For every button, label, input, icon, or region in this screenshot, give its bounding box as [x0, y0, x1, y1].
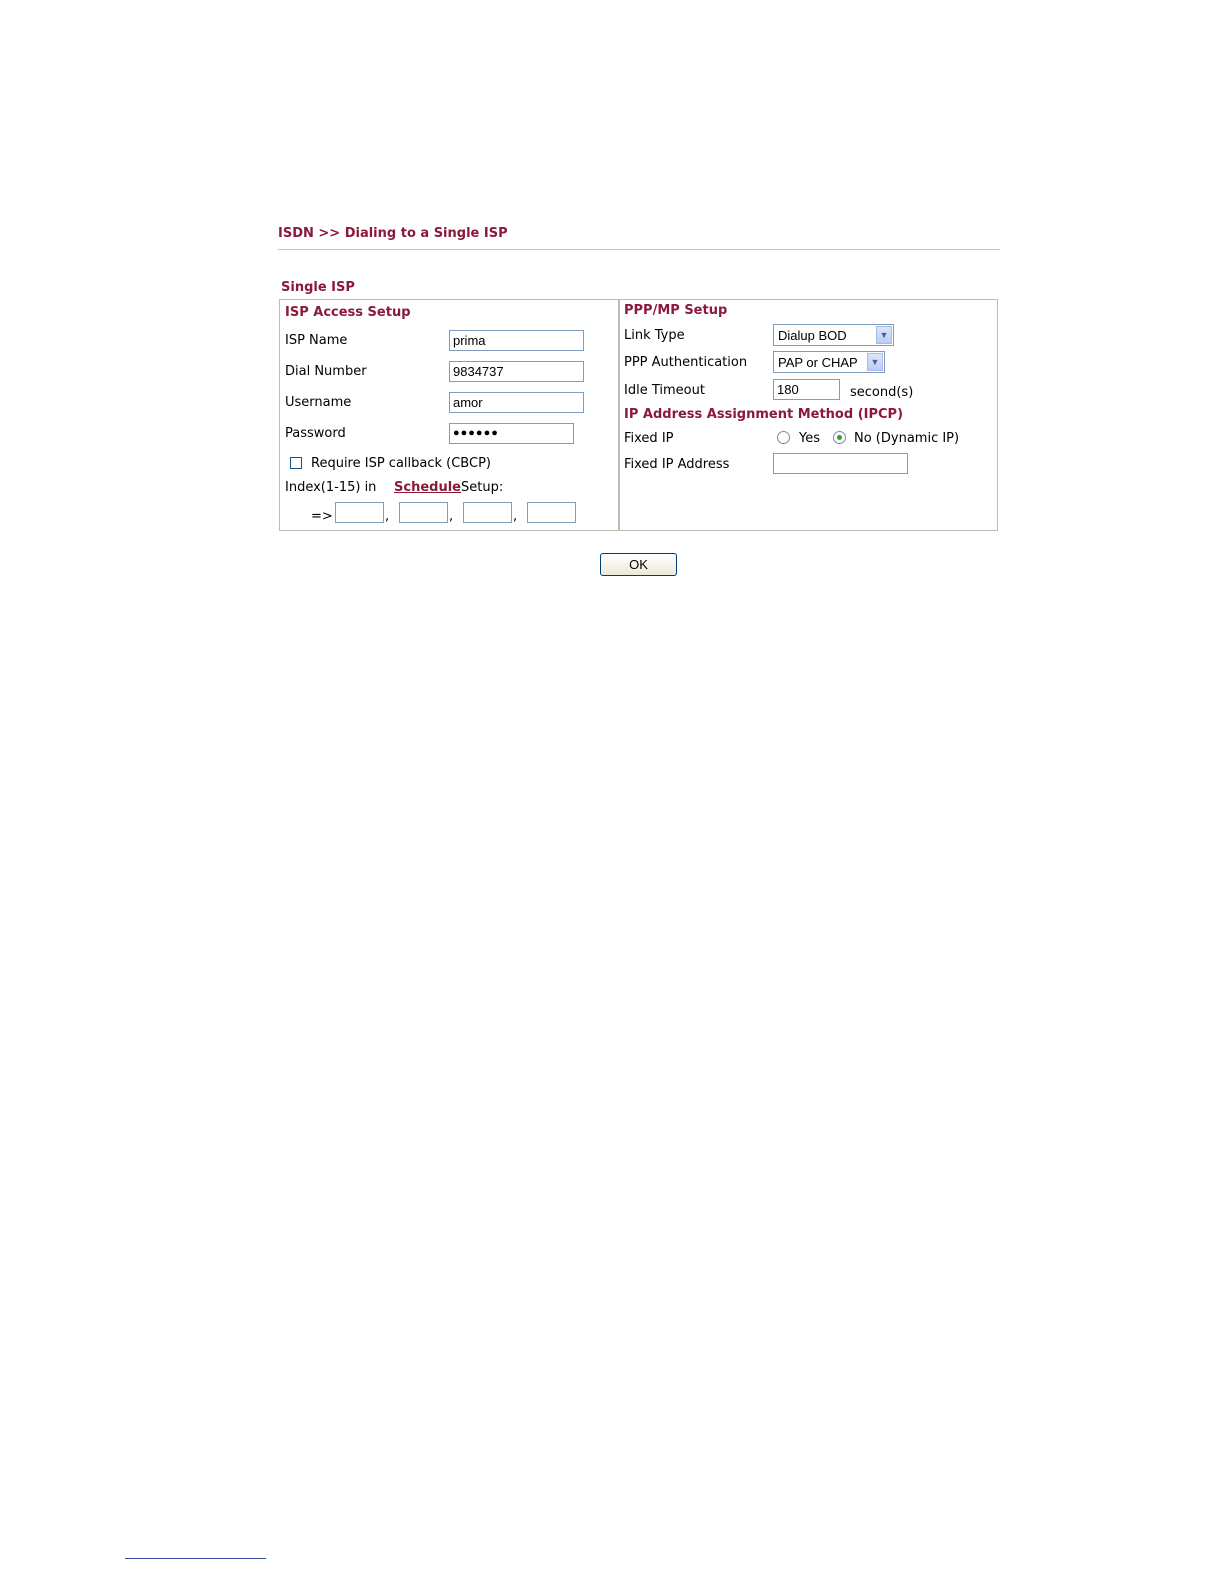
header-divider	[278, 249, 1000, 250]
fixed-ip-no-radio[interactable]	[833, 431, 846, 444]
schedule-link[interactable]: Schedule	[394, 480, 461, 495]
password-label: Password	[285, 426, 346, 441]
ppp-auth-value: PAP or CHAP	[778, 354, 858, 370]
ppp-auth-label: PPP Authentication	[624, 355, 748, 370]
idle-timeout-input[interactable]: 180	[773, 379, 840, 400]
dial-number-label: Dial Number	[285, 364, 367, 379]
comma-1: ,	[385, 509, 390, 524]
fixed-ip-yes-radio[interactable]	[777, 431, 790, 444]
isp-access-title: ISP Access Setup	[285, 305, 411, 320]
fixed-ip-address-label: Fixed IP Address	[624, 457, 730, 472]
schedule-index-4[interactable]	[527, 502, 576, 523]
breadcrumb: ISDN >> Dialing to a Single ISP	[278, 226, 508, 241]
index-arrow: =>	[311, 509, 333, 524]
link-type-label: Link Type	[624, 328, 685, 343]
isp-name-input[interactable]: prima	[449, 330, 584, 351]
schedule-index-3[interactable]	[463, 502, 512, 523]
link-type-select[interactable]: Dialup BOD ▼	[773, 324, 894, 346]
username-label: Username	[285, 395, 352, 410]
callback-checkbox[interactable]	[290, 457, 302, 469]
fixed-ip-no-label: No (Dynamic IP)	[854, 431, 960, 446]
schedule-index-1[interactable]	[335, 502, 384, 523]
comma-3: ,	[513, 509, 518, 524]
column-divider	[618, 299, 620, 531]
password-input[interactable]: ●●●●●●	[449, 423, 574, 444]
ppp-setup-title: PPP/MP Setup	[624, 303, 728, 318]
idle-timeout-unit: second(s)	[850, 385, 914, 400]
ip-assignment-title: IP Address Assignment Method (IPCP)	[624, 407, 904, 422]
chevron-down-icon[interactable]: ▼	[867, 353, 883, 371]
username-input[interactable]: amor	[449, 392, 584, 413]
footer-divider	[125, 1558, 266, 1559]
section-title: Single ISP	[281, 280, 355, 295]
link-type-value: Dialup BOD	[778, 327, 847, 343]
fixed-ip-yes-label: Yes	[799, 431, 820, 446]
callback-label: Require ISP callback (CBCP)	[311, 456, 491, 471]
index-suffix: Setup:	[461, 480, 504, 495]
fixed-ip-address-input[interactable]	[773, 453, 908, 474]
ok-button[interactable]: OK	[600, 553, 677, 576]
ppp-auth-select[interactable]: PAP or CHAP ▼	[773, 351, 885, 373]
comma-2: ,	[449, 509, 454, 524]
idle-timeout-label: Idle Timeout	[624, 383, 705, 398]
dial-number-input[interactable]: 9834737	[449, 361, 584, 382]
chevron-down-icon[interactable]: ▼	[876, 326, 892, 344]
isp-name-label: ISP Name	[285, 333, 348, 348]
schedule-index-2[interactable]	[399, 502, 448, 523]
index-prefix: Index(1-15) in	[285, 480, 377, 495]
fixed-ip-label: Fixed IP	[624, 431, 674, 446]
